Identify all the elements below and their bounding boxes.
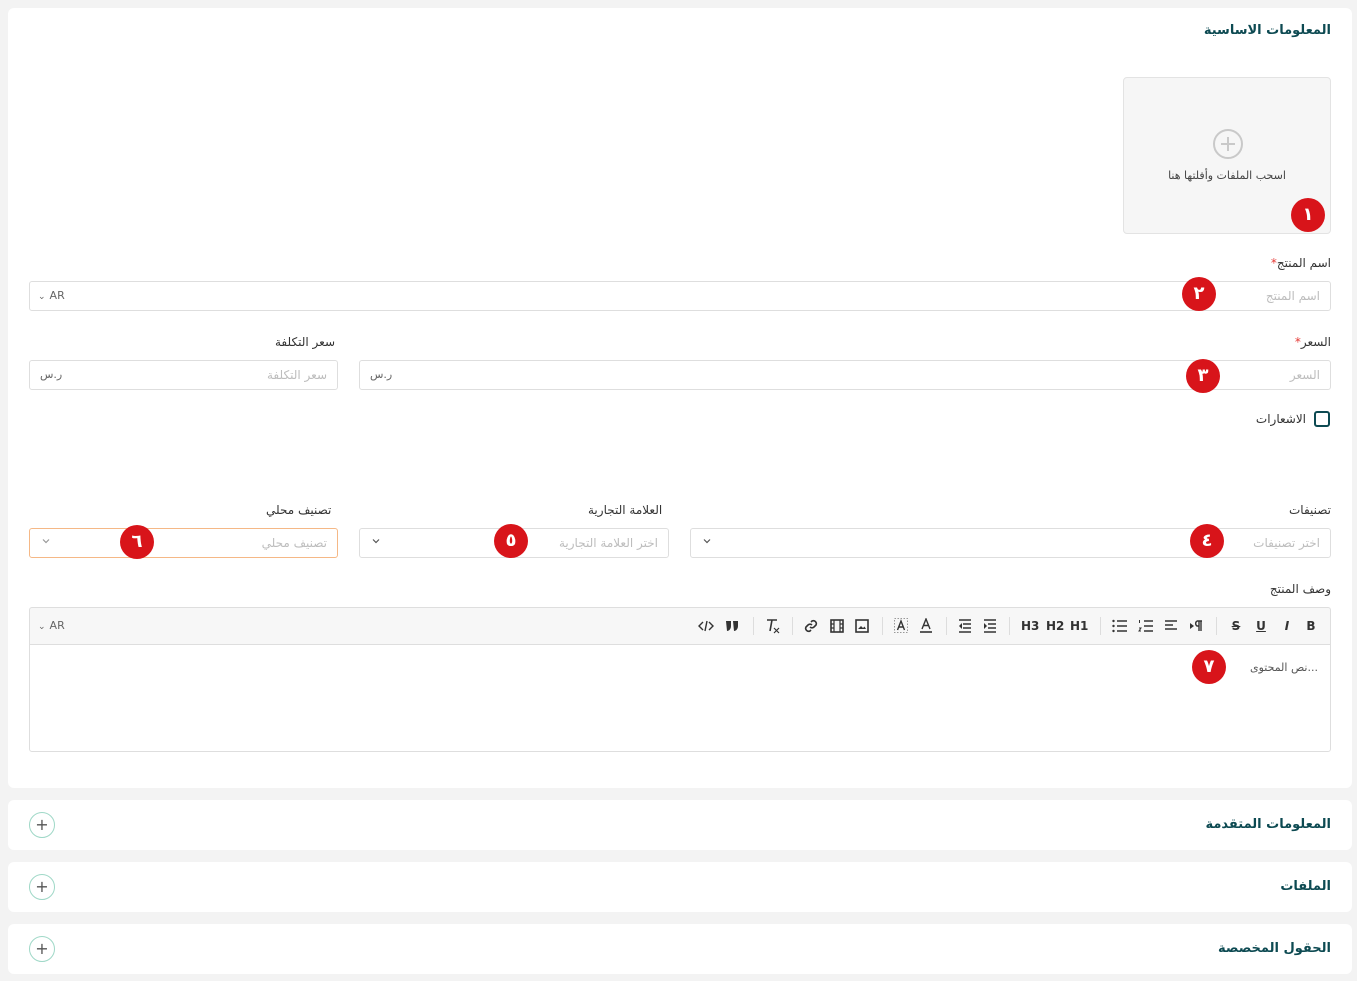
- upload-hint-text: اسحب الملفات وأفلتها هنا: [1168, 169, 1286, 182]
- toolbar-separator: [1009, 617, 1010, 635]
- image-icon[interactable]: [855, 619, 869, 633]
- clear-format-icon[interactable]: [765, 618, 781, 634]
- marker-badge-4: ٤: [1190, 524, 1224, 558]
- chevron-down-icon: [372, 539, 380, 544]
- section-title-basic-info: المعلومات الاساسية: [1203, 23, 1331, 38]
- bold-button[interactable]: B: [1304, 617, 1318, 635]
- toolbar-separator: [1100, 617, 1101, 635]
- product-name-placeholder: اسم المنتج: [1265, 289, 1320, 303]
- price-placeholder: السعر: [1289, 368, 1320, 382]
- section-title-files: الملفات: [1280, 879, 1331, 894]
- code-icon[interactable]: [698, 620, 714, 632]
- price-label: السعر*: [1294, 335, 1331, 349]
- description-editor[interactable]: ...نص المحتوى: [29, 644, 1331, 752]
- cost-price-input[interactable]: سعر التكلفة ر.س: [29, 360, 338, 390]
- language-select[interactable]: ⌄ AR: [38, 289, 65, 302]
- highlight-color-icon[interactable]: [894, 618, 908, 634]
- heading-3-button[interactable]: H3: [1021, 617, 1039, 635]
- categories-placeholder: اختر تصنيفات: [1253, 536, 1320, 550]
- marker-badge-6: ٦: [120, 525, 154, 559]
- cost-price-placeholder: سعر التكلفة: [267, 368, 327, 382]
- chevron-down-icon: [42, 539, 50, 544]
- advanced-info-section[interactable]: المعلومات المتقدمة +: [8, 800, 1352, 850]
- blockquote-icon[interactable]: [725, 620, 739, 632]
- marker-badge-3: ٣: [1186, 359, 1220, 393]
- toolbar-separator: [753, 617, 754, 635]
- chevron-down-icon: ⌄: [38, 292, 46, 302]
- chevron-down-icon: ⌄: [38, 622, 46, 632]
- ordered-list-icon[interactable]: [1138, 619, 1154, 633]
- section-title-custom-fields: الحقول المخصصة: [1218, 941, 1331, 956]
- notifications-label: الاشعارات: [1255, 412, 1306, 426]
- categories-select[interactable]: اختر تصنيفات: [690, 528, 1331, 558]
- video-icon[interactable]: [830, 619, 844, 633]
- local-category-placeholder: تصنيف محلي: [261, 536, 327, 550]
- cost-price-label: سعر التكلفة: [275, 335, 335, 349]
- marker-badge-5: ٥: [494, 524, 528, 558]
- categories-label: تصنيفات: [1288, 503, 1331, 517]
- cost-price-currency: ر.س: [40, 368, 63, 381]
- underline-button[interactable]: U: [1254, 617, 1268, 635]
- italic-button[interactable]: I: [1280, 617, 1294, 635]
- outdent-icon[interactable]: [958, 619, 972, 633]
- rich-text-toolbar: ⌄ AR B I U S H1 H2 H3: [29, 607, 1331, 644]
- paragraph-rtl-icon[interactable]: [1188, 620, 1204, 632]
- toolbar-separator: [792, 617, 793, 635]
- link-icon[interactable]: [804, 619, 818, 633]
- bullet-list-icon[interactable]: [1112, 619, 1128, 633]
- custom-fields-section[interactable]: الحقول المخصصة +: [8, 924, 1352, 974]
- toolbar-separator: [946, 617, 947, 635]
- add-circle-icon: [1213, 129, 1243, 159]
- brand-placeholder: اختر العلامة التجارية: [558, 536, 658, 550]
- expand-plus-icon[interactable]: +: [29, 874, 55, 900]
- local-category-label: تصنيف محلي: [266, 503, 332, 517]
- files-section[interactable]: الملفات +: [8, 862, 1352, 912]
- editor-language-select[interactable]: ⌄ AR: [38, 619, 65, 632]
- chevron-down-icon: [703, 539, 711, 544]
- expand-plus-icon[interactable]: +: [29, 812, 55, 838]
- heading-2-button[interactable]: H2: [1046, 617, 1064, 635]
- toolbar-separator: [882, 617, 883, 635]
- editor-placeholder: ...نص المحتوى: [1249, 661, 1318, 674]
- align-right-icon[interactable]: [1164, 620, 1178, 632]
- product-name-label: اسم المنتج*: [1270, 256, 1331, 270]
- product-name-input[interactable]: اسم المنتج ⌄ AR: [29, 281, 1331, 311]
- section-title-advanced-info: المعلومات المتقدمة: [1205, 817, 1331, 832]
- indent-icon[interactable]: [983, 619, 997, 633]
- expand-plus-icon[interactable]: +: [29, 936, 55, 962]
- description-label: وصف المنتج: [1269, 582, 1331, 596]
- strikethrough-button[interactable]: S: [1229, 617, 1243, 635]
- toolbar-separator: [1216, 617, 1217, 635]
- text-color-icon[interactable]: [919, 618, 933, 634]
- local-category-select[interactable]: تصنيف محلي: [29, 528, 338, 558]
- notifications-checkbox[interactable]: [1314, 411, 1330, 427]
- brand-label: العلامة التجارية: [588, 503, 663, 517]
- marker-badge-7: ٧: [1192, 650, 1226, 684]
- price-currency: ر.س: [370, 368, 393, 381]
- basic-info-card: المعلومات الاساسية اسحب الملفات وأفلتها …: [8, 8, 1352, 788]
- heading-1-button[interactable]: H1: [1070, 617, 1088, 635]
- marker-badge-2: ٢: [1182, 277, 1216, 311]
- marker-badge-1: ١: [1291, 198, 1325, 232]
